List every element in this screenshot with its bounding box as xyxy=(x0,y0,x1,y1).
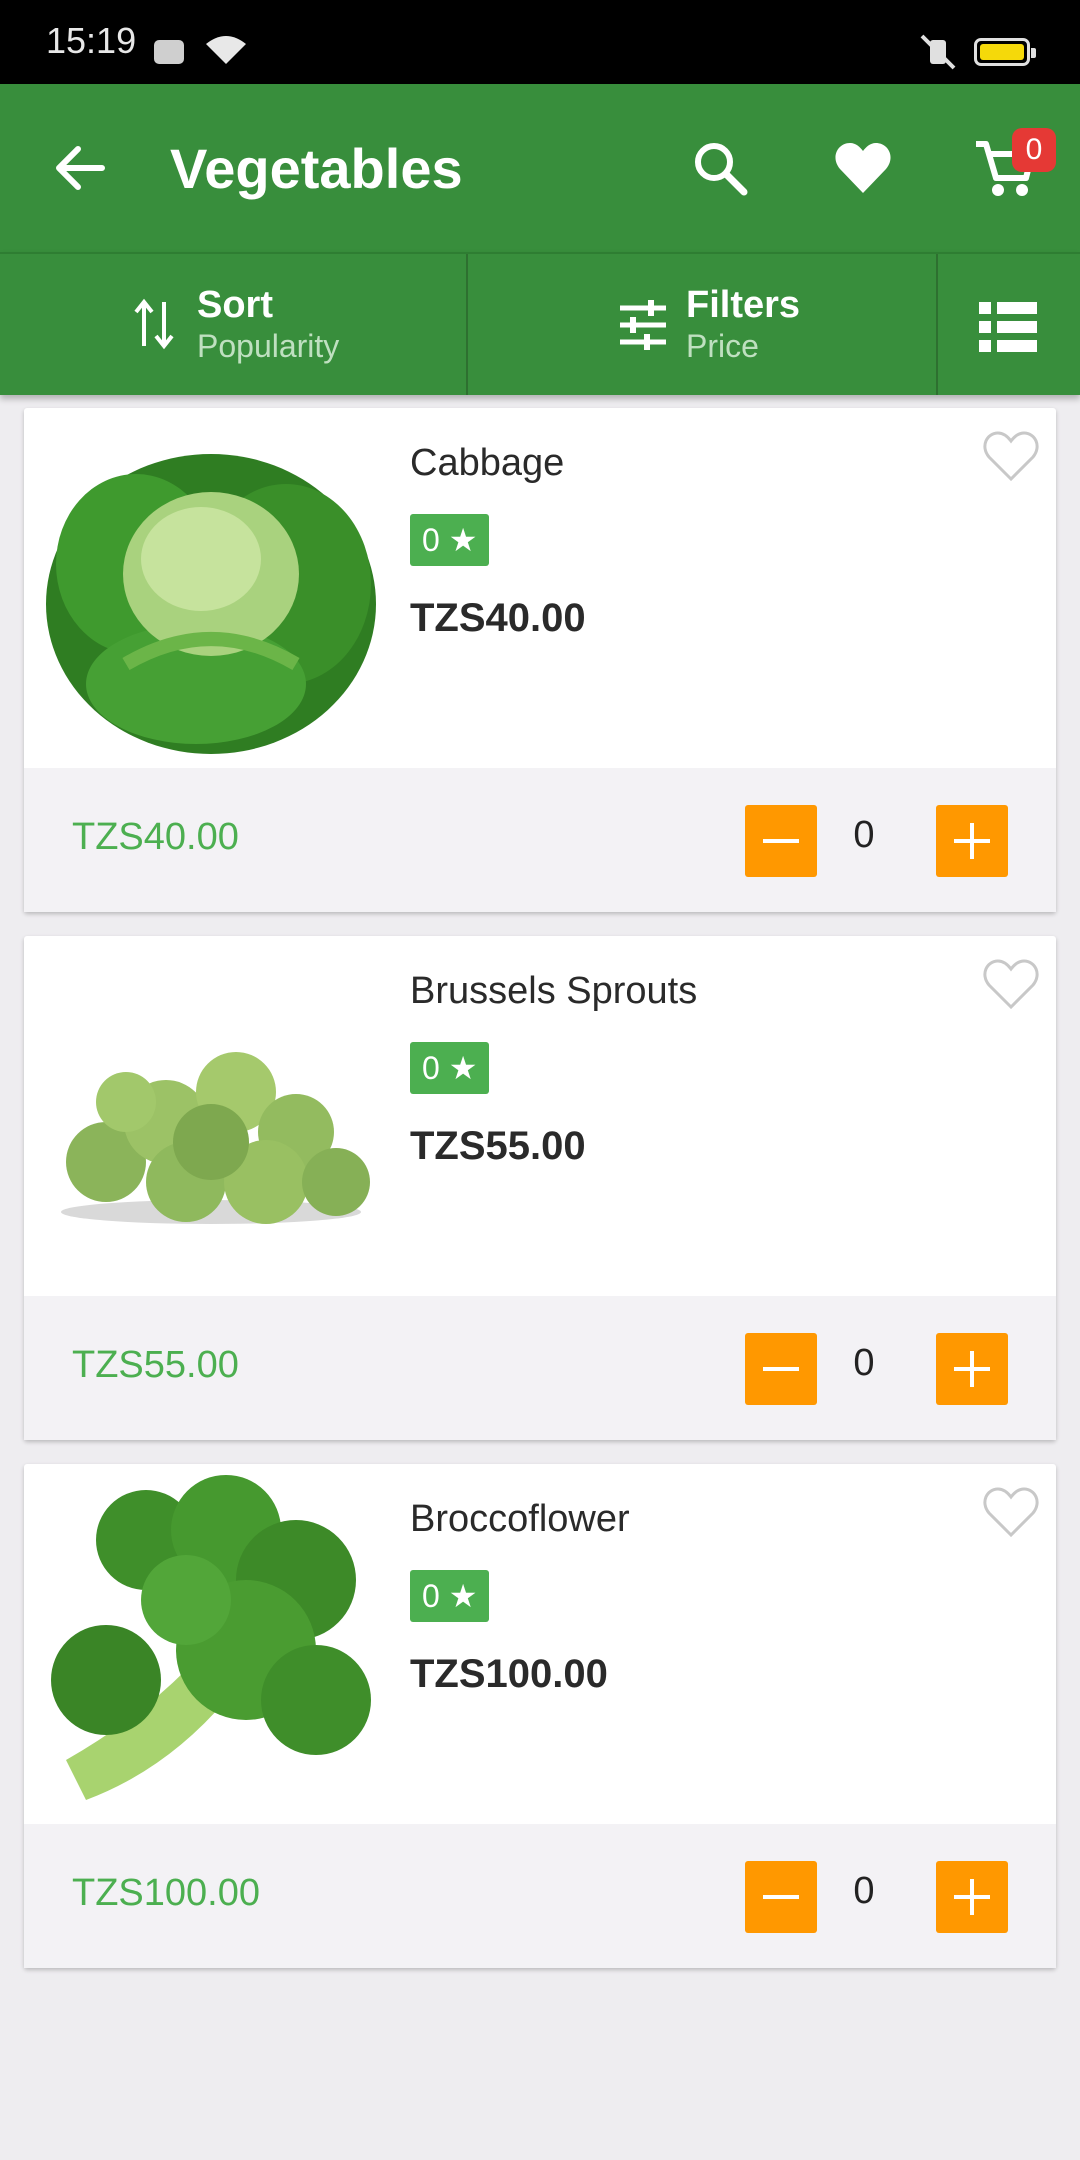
quantity-value: 0 xyxy=(853,814,875,856)
product-card[interactable]: Broccoflower 0 ★ TZS100.00 TZS100.00 0 xyxy=(24,1464,1056,1968)
product-name: Broccoflower xyxy=(410,1498,630,1540)
footer-price: TZS100.00 xyxy=(72,1872,260,1914)
heart-outline-icon[interactable] xyxy=(982,430,1040,482)
filters-value: Price xyxy=(686,328,759,364)
product-price: TZS100.00 xyxy=(410,1652,608,1696)
wifi-icon xyxy=(206,36,246,64)
vibrate-mute-icon xyxy=(920,34,956,70)
product-card[interactable]: Brussels Sprouts 0 ★ TZS55.00 TZS55.00 0 xyxy=(24,936,1056,1440)
back-arrow-icon[interactable] xyxy=(52,141,106,195)
list-view-icon[interactable] xyxy=(979,302,1037,352)
divider xyxy=(936,254,938,395)
footer-price: TZS40.00 xyxy=(72,816,239,858)
increase-quantity-button[interactable] xyxy=(936,1333,1008,1405)
product-price: TZS55.00 xyxy=(410,1124,586,1168)
filters-button[interactable]: Filters Price xyxy=(468,254,936,395)
status-bar: 15:19 xyxy=(0,0,1080,84)
wishlist-heart-icon[interactable] xyxy=(834,141,892,195)
status-time: 15:19 xyxy=(46,20,137,61)
decrease-quantity-button[interactable] xyxy=(745,1333,817,1405)
heart-outline-icon[interactable] xyxy=(982,958,1040,1010)
brussels-sprouts-image xyxy=(61,1052,370,1224)
battery-icon xyxy=(974,38,1036,66)
product-price: TZS40.00 xyxy=(410,596,586,640)
app-bar: Vegetables 0 xyxy=(0,84,1080,252)
footer-price: TZS55.00 xyxy=(72,1344,239,1386)
sort-value: Popularity xyxy=(197,328,340,364)
rating-badge: 0 ★ xyxy=(410,1042,490,1094)
product-name: Cabbage xyxy=(410,442,565,484)
card-footer: TZS40.00 0 xyxy=(24,768,1056,912)
card-footer: TZS55.00 0 xyxy=(24,1296,1056,1440)
quantity-value: 0 xyxy=(853,1342,875,1384)
rating-badge: 0 ★ xyxy=(410,1570,490,1622)
sort-button[interactable]: Sort Popularity xyxy=(0,254,466,395)
sort-filter-bar: Sort Popularity Filters Price xyxy=(0,252,1080,395)
cabbage-image xyxy=(46,454,376,754)
filters-label: Filters xyxy=(686,284,801,326)
product-name: Brussels Sprouts xyxy=(410,970,698,1012)
search-icon[interactable] xyxy=(690,138,750,198)
page-title: Vegetables xyxy=(170,137,463,200)
sort-arrows-icon xyxy=(134,298,174,350)
sort-label: Sort xyxy=(197,284,273,326)
increase-quantity-button[interactable] xyxy=(936,1861,1008,1933)
heart-outline-icon[interactable] xyxy=(982,1486,1040,1538)
rating-badge: 0 ★ xyxy=(410,514,490,566)
cart-count-badge: 0 xyxy=(1012,128,1056,172)
product-card[interactable]: Cabbage 0 ★ TZS40.00 TZS40.00 0 xyxy=(24,408,1056,912)
filter-sliders-icon xyxy=(620,300,666,350)
broccoflower-image xyxy=(51,1475,371,1800)
quantity-value: 0 xyxy=(853,1870,875,1912)
increase-quantity-button[interactable] xyxy=(936,805,1008,877)
decrease-quantity-button[interactable] xyxy=(745,1861,817,1933)
notification-icon xyxy=(154,40,184,64)
card-footer: TZS100.00 0 xyxy=(24,1824,1056,1968)
decrease-quantity-button[interactable] xyxy=(745,805,817,877)
